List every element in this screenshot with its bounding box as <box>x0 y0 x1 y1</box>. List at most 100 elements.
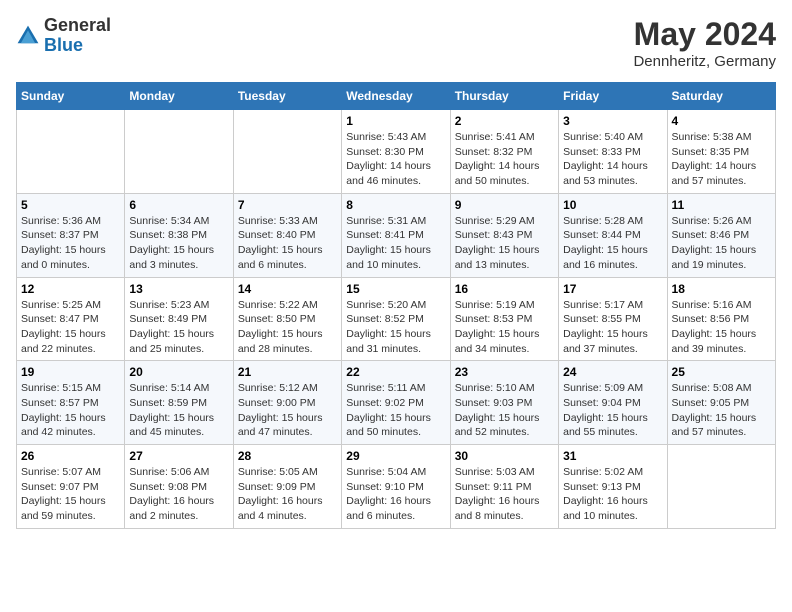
weekday-header-row: SundayMondayTuesdayWednesdayThursdayFrid… <box>17 83 776 110</box>
day-info: Sunrise: 5:07 AM Sunset: 9:07 PM Dayligh… <box>21 465 120 524</box>
day-number: 25 <box>672 365 771 379</box>
calendar-cell: 1 Sunrise: 5:43 AM Sunset: 8:30 PM Daylig… <box>342 110 450 194</box>
calendar-cell: 29Sunrise: 5:04 AM Sunset: 9:10 PM Dayli… <box>342 445 450 529</box>
day-number: 19 <box>21 365 120 379</box>
day-info: Sunrise: 5:25 AM Sunset: 8:47 PM Dayligh… <box>21 298 120 357</box>
weekday-header-friday: Friday <box>559 83 667 110</box>
day-number: 9 <box>455 198 554 212</box>
page-header: General Blue May 2024 Dennheritz, German… <box>16 16 776 70</box>
calendar-cell: 20Sunrise: 5:14 AM Sunset: 8:59 PM Dayli… <box>125 361 233 445</box>
logo: General Blue <box>16 16 111 56</box>
day-info: Sunrise: 5:16 AM Sunset: 8:56 PM Dayligh… <box>672 298 771 357</box>
day-number: 23 <box>455 365 554 379</box>
day-number: 22 <box>346 365 445 379</box>
day-number: 27 <box>129 449 228 463</box>
calendar-cell: 26 Sunrise: 5:07 AM Sunset: 9:07 PM Dayli… <box>17 445 125 529</box>
day-number: 10 <box>563 198 662 212</box>
calendar-cell: 17Sunrise: 5:17 AM Sunset: 8:55 PM Dayli… <box>559 277 667 361</box>
calendar-cell: 10 Sunrise: 5:28 AM Sunset: 8:44 PM Dayli… <box>559 193 667 277</box>
day-info: Sunrise: 5:11 AM Sunset: 9:02 PM Dayligh… <box>346 381 445 440</box>
day-info: Sunrise: 5:28 AM Sunset: 8:44 PM Dayligh… <box>563 214 662 273</box>
title-block: May 2024 Dennheritz, Germany <box>633 16 776 70</box>
calendar-cell: 12 Sunrise: 5:25 AM Sunset: 8:47 PM Dayli… <box>17 277 125 361</box>
day-number: 16 <box>455 282 554 296</box>
calendar-cell: 3 Sunrise: 5:40 AM Sunset: 8:33 PM Daylig… <box>559 110 667 194</box>
day-info: Sunrise: 5:29 AM Sunset: 8:43 PM Dayligh… <box>455 214 554 273</box>
day-info: Sunrise: 5:26 AM Sunset: 8:46 PM Dayligh… <box>672 214 771 273</box>
calendar-cell: 25 Sunrise: 5:08 AM Sunset: 9:05 PM Dayli… <box>667 361 775 445</box>
day-number: 30 <box>455 449 554 463</box>
day-number: 8 <box>346 198 445 212</box>
week-row-5: 26 Sunrise: 5:07 AM Sunset: 9:07 PM Dayli… <box>17 445 776 529</box>
day-number: 26 <box>21 449 120 463</box>
weekday-header-sunday: Sunday <box>17 83 125 110</box>
day-info: Sunrise: 5:31 AM Sunset: 8:41 PM Dayligh… <box>346 214 445 273</box>
day-number: 11 <box>672 198 771 212</box>
day-info: Sunrise: 5:12 AM Sunset: 9:00 PM Dayligh… <box>238 381 337 440</box>
calendar-cell: 16 Sunrise: 5:19 AM Sunset: 8:53 PM Dayli… <box>450 277 558 361</box>
day-info: Sunrise: 5:38 AM Sunset: 8:35 PM Dayligh… <box>672 130 771 189</box>
day-info: Sunrise: 5:23 AM Sunset: 8:49 PM Dayligh… <box>129 298 228 357</box>
day-info: Sunrise: 5:04 AM Sunset: 9:10 PM Dayligh… <box>346 465 445 524</box>
day-info: Sunrise: 5:08 AM Sunset: 9:05 PM Dayligh… <box>672 381 771 440</box>
calendar-cell: 30 Sunrise: 5:03 AM Sunset: 9:11 PM Dayli… <box>450 445 558 529</box>
week-row-1: 1 Sunrise: 5:43 AM Sunset: 8:30 PM Daylig… <box>17 110 776 194</box>
calendar-cell: 2Sunrise: 5:41 AM Sunset: 8:32 PM Daylig… <box>450 110 558 194</box>
week-row-4: 19 Sunrise: 5:15 AM Sunset: 8:57 PM Dayli… <box>17 361 776 445</box>
calendar-cell <box>125 110 233 194</box>
day-info: Sunrise: 5:43 AM Sunset: 8:30 PM Dayligh… <box>346 130 445 189</box>
day-number: 18 <box>672 282 771 296</box>
day-number: 3 <box>563 114 662 128</box>
day-info: Sunrise: 5:14 AM Sunset: 8:59 PM Dayligh… <box>129 381 228 440</box>
calendar-cell: 9 Sunrise: 5:29 AM Sunset: 8:43 PM Daylig… <box>450 193 558 277</box>
day-number: 7 <box>238 198 337 212</box>
day-number: 4 <box>672 114 771 128</box>
day-info: Sunrise: 5:03 AM Sunset: 9:11 PM Dayligh… <box>455 465 554 524</box>
day-number: 5 <box>21 198 120 212</box>
calendar-cell: 14Sunrise: 5:22 AM Sunset: 8:50 PM Dayli… <box>233 277 341 361</box>
calendar-cell: 5Sunrise: 5:36 AM Sunset: 8:37 PM Daylig… <box>17 193 125 277</box>
day-info: Sunrise: 5:20 AM Sunset: 8:52 PM Dayligh… <box>346 298 445 357</box>
day-info: Sunrise: 5:41 AM Sunset: 8:32 PM Dayligh… <box>455 130 554 189</box>
weekday-header-tuesday: Tuesday <box>233 83 341 110</box>
calendar-cell: 23 Sunrise: 5:10 AM Sunset: 9:03 PM Dayli… <box>450 361 558 445</box>
calendar-cell: 6 Sunrise: 5:34 AM Sunset: 8:38 PM Daylig… <box>125 193 233 277</box>
weekday-header-monday: Monday <box>125 83 233 110</box>
calendar-cell: 13 Sunrise: 5:23 AM Sunset: 8:49 PM Dayli… <box>125 277 233 361</box>
weekday-header-saturday: Saturday <box>667 83 775 110</box>
day-number: 12 <box>21 282 120 296</box>
weekday-header-wednesday: Wednesday <box>342 83 450 110</box>
calendar-cell: 21Sunrise: 5:12 AM Sunset: 9:00 PM Dayli… <box>233 361 341 445</box>
weekday-header-thursday: Thursday <box>450 83 558 110</box>
day-number: 14 <box>238 282 337 296</box>
location: Dennheritz, Germany <box>633 53 776 70</box>
calendar-cell: 7 Sunrise: 5:33 AM Sunset: 8:40 PM Daylig… <box>233 193 341 277</box>
day-info: Sunrise: 5:34 AM Sunset: 8:38 PM Dayligh… <box>129 214 228 273</box>
day-info: Sunrise: 5:19 AM Sunset: 8:53 PM Dayligh… <box>455 298 554 357</box>
logo-icon <box>16 24 40 48</box>
logo-general: General <box>44 15 111 35</box>
day-number: 28 <box>238 449 337 463</box>
logo-blue: Blue <box>44 35 83 55</box>
calendar-cell: 18 Sunrise: 5:16 AM Sunset: 8:56 PM Dayli… <box>667 277 775 361</box>
calendar-cell <box>17 110 125 194</box>
week-row-2: 5Sunrise: 5:36 AM Sunset: 8:37 PM Daylig… <box>17 193 776 277</box>
day-info: Sunrise: 5:33 AM Sunset: 8:40 PM Dayligh… <box>238 214 337 273</box>
day-number: 17 <box>563 282 662 296</box>
month-title: May 2024 <box>633 16 776 53</box>
calendar-cell: 27Sunrise: 5:06 AM Sunset: 9:08 PM Dayli… <box>125 445 233 529</box>
day-number: 13 <box>129 282 228 296</box>
day-info: Sunrise: 5:40 AM Sunset: 8:33 PM Dayligh… <box>563 130 662 189</box>
logo-text: General Blue <box>44 16 111 56</box>
day-number: 6 <box>129 198 228 212</box>
calendar-cell: 24Sunrise: 5:09 AM Sunset: 9:04 PM Dayli… <box>559 361 667 445</box>
day-info: Sunrise: 5:15 AM Sunset: 8:57 PM Dayligh… <box>21 381 120 440</box>
calendar-cell: 28 Sunrise: 5:05 AM Sunset: 9:09 PM Dayli… <box>233 445 341 529</box>
day-number: 24 <box>563 365 662 379</box>
calendar-cell: 4 Sunrise: 5:38 AM Sunset: 8:35 PM Daylig… <box>667 110 775 194</box>
day-info: Sunrise: 5:05 AM Sunset: 9:09 PM Dayligh… <box>238 465 337 524</box>
day-info: Sunrise: 5:10 AM Sunset: 9:03 PM Dayligh… <box>455 381 554 440</box>
day-info: Sunrise: 5:02 AM Sunset: 9:13 PM Dayligh… <box>563 465 662 524</box>
day-number: 1 <box>346 114 445 128</box>
calendar-cell <box>233 110 341 194</box>
